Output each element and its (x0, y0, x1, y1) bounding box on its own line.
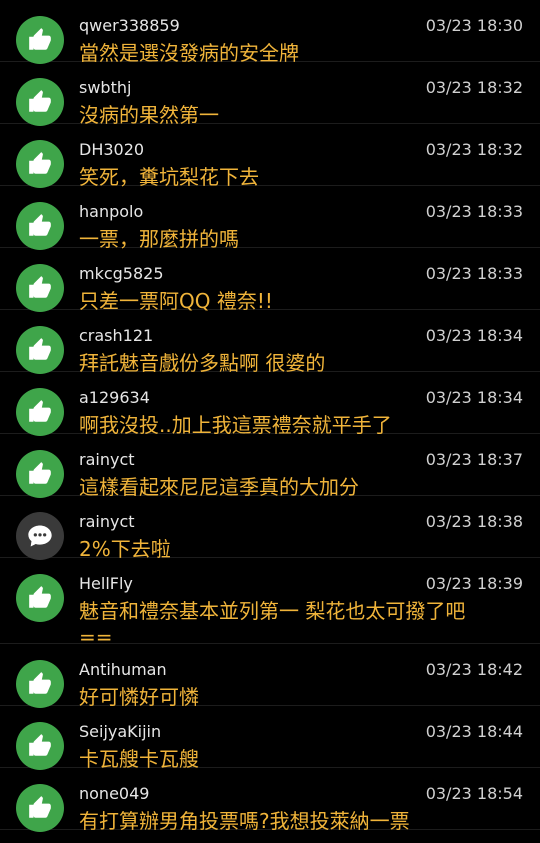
comment-username[interactable]: Antihuman (79, 660, 167, 680)
comment-item[interactable]: rainyct 03/23 18:37 這樣看起來尼尼這季真的大加分 (0, 434, 540, 499)
comment-timestamp: 03/23 18:34 (425, 388, 523, 407)
comment-username[interactable]: none049 (79, 784, 149, 804)
comment-item[interactable]: HellFly 03/23 18:39 魅音和禮奈基本並列第一 梨花也太可撥了吧… (0, 558, 540, 649)
comment-item[interactable]: Antihuman 03/23 18:42 好可憐好可憐 (0, 644, 540, 709)
comment-feed: qwer338859 03/23 18:30 當然是選沒發病的安全牌 swbth… (0, 0, 540, 833)
comment-timestamp: 03/23 18:33 (425, 202, 523, 221)
comment-item[interactable]: swbthj 03/23 18:32 沒病的果然第一 (0, 62, 540, 127)
comment-timestamp: 03/23 18:33 (425, 264, 523, 283)
comment-timestamp: 03/23 18:34 (425, 326, 523, 345)
comment-username[interactable]: hanpolo (79, 202, 143, 222)
comment-timestamp: 03/23 18:37 (425, 450, 523, 469)
comment-username[interactable]: crash121 (79, 326, 153, 346)
comment-item[interactable]: SeijyaKijin 03/23 18:44 卡瓦艘卡瓦艘 (0, 706, 540, 771)
comment-username[interactable]: HellFly (79, 574, 133, 594)
thumbs-up-icon (16, 784, 64, 832)
comment-username[interactable]: DH3020 (79, 140, 144, 160)
thumbs-up-icon (16, 202, 64, 250)
thumbs-up-icon (16, 264, 64, 312)
comment-item[interactable]: a129634 03/23 18:34 啊我沒投..加上我這票禮奈就平手了 (0, 372, 540, 437)
comment-timestamp: 03/23 18:54 (425, 784, 523, 803)
thumbs-up-icon (16, 722, 64, 770)
comment-timestamp: 03/23 18:42 (425, 660, 523, 679)
comment-username[interactable]: rainyct (79, 512, 135, 532)
comment-username[interactable]: qwer338859 (79, 16, 180, 36)
comment-timestamp: 03/23 18:44 (425, 722, 523, 741)
comment-username[interactable]: a129634 (79, 388, 150, 408)
comment-item[interactable]: hanpolo 03/23 18:33 一票，那麼拼的嗎 (0, 186, 540, 251)
thumbs-up-icon (16, 326, 64, 374)
thumbs-up-icon (16, 660, 64, 708)
comment-timestamp: 03/23 18:32 (425, 140, 523, 159)
comment-username[interactable]: rainyct (79, 450, 135, 470)
thumbs-up-icon (16, 78, 64, 126)
comment-timestamp: 03/23 18:39 (425, 574, 523, 593)
comment-item[interactable]: none049 03/23 18:54 有打算辦男角投票嗎?我想投萊納一票 (0, 768, 540, 833)
comment-item[interactable]: DH3020 03/23 18:32 笑死，糞坑梨花下去 (0, 124, 540, 189)
thumbs-up-icon (16, 574, 64, 622)
comment-item[interactable]: crash121 03/23 18:34 拜託魅音戲份多點啊 很婆的 (0, 310, 540, 375)
comment-username[interactable]: swbthj (79, 78, 131, 98)
comment-timestamp: 03/23 18:32 (425, 78, 523, 97)
thumbs-up-icon (16, 16, 64, 64)
comment-username[interactable]: SeijyaKijin (79, 722, 161, 742)
comment-text: 魅音和禮奈基本並列第一 梨花也太可撥了吧 == (79, 599, 466, 649)
thumbs-up-icon (16, 388, 64, 436)
comment-username[interactable]: mkcg5825 (79, 264, 164, 284)
comment-timestamp: 03/23 18:30 (425, 16, 523, 35)
thumbs-up-icon (16, 450, 64, 498)
comment-timestamp: 03/23 18:38 (425, 512, 523, 531)
comment-item[interactable]: rainyct 03/23 18:38 2%下去啦 (0, 496, 540, 561)
speech-bubble-icon (16, 512, 64, 560)
comment-text: 有打算辦男角投票嗎?我想投萊納一票 (79, 809, 410, 833)
comment-item[interactable]: mkcg5825 03/23 18:33 只差一票阿QQ 禮奈!! (0, 248, 540, 313)
thumbs-up-icon (16, 140, 64, 188)
comment-item[interactable]: qwer338859 03/23 18:30 當然是選沒發病的安全牌 (0, 0, 540, 65)
